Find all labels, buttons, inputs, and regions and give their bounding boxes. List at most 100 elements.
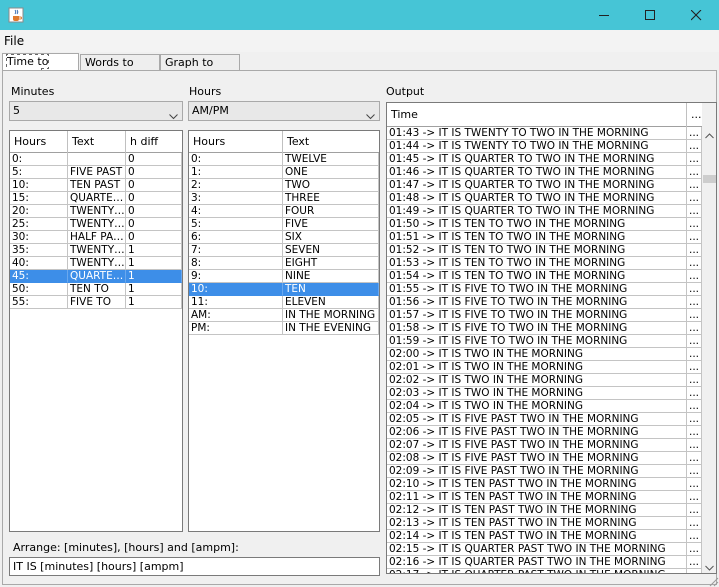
cell-hours: 45:: [10, 270, 68, 283]
cell-h-diff: 0: [126, 192, 182, 205]
table-row[interactable]: 30: HALF PAST 0: [10, 231, 182, 244]
output-table: Time ... 01:43 -> IT IS TWENTY TO TWO IN…: [386, 102, 717, 574]
table-row[interactable]: 01:59 -> IT IS FIVE TO TWO IN THE MORNIN…: [387, 335, 702, 348]
cell-hours: 8:: [189, 257, 283, 270]
cell-text: TEN PAST: [68, 179, 126, 192]
table-row[interactable]: 01:56 -> IT IS FIVE TO TWO IN THE MORNIN…: [387, 296, 702, 309]
title-bar[interactable]: [0, 0, 719, 30]
arrange-input[interactable]: IT IS [minutes] [hours] [ampm]: [9, 557, 380, 576]
cell-time: 02:00 -> IT IS TWO IN THE MORNING: [387, 348, 687, 361]
resize-grip-icon[interactable]: [707, 575, 719, 587]
tab-time-to-words[interactable]: Time to Words: [2, 53, 79, 84]
table-row[interactable]: 01:54 -> IT IS TEN TO TWO IN THE MORNING…: [387, 270, 702, 283]
tab-graph-to-matrix[interactable]: Graph to Matrix: [160, 54, 240, 84]
table-row[interactable]: 5: FIVE: [189, 218, 379, 231]
table-row[interactable]: 10: TEN PAST 0: [10, 179, 182, 192]
table-row[interactable]: 02:17 -> IT IS QUARTER PAST TWO IN THE M…: [387, 569, 702, 573]
table-row[interactable]: 02:11 -> IT IS TEN PAST TWO IN THE MORNI…: [387, 491, 702, 504]
table-row[interactable]: 02:13 -> IT IS TEN PAST TWO IN THE MORNI…: [387, 517, 702, 530]
table-row[interactable]: 01:51 -> IT IS TEN TO TWO IN THE MORNING…: [387, 231, 702, 244]
table-row[interactable]: 01:48 -> IT IS QUARTER TO TWO IN THE MOR…: [387, 192, 702, 205]
table-row[interactable]: 01:46 -> IT IS QUARTER TO TWO IN THE MOR…: [387, 166, 702, 179]
table-row[interactable]: 01:43 -> IT IS TWENTY TO TWO IN THE MORN…: [387, 127, 702, 140]
table-row[interactable]: 02:01 -> IT IS TWO IN THE MORNING...: [387, 361, 702, 374]
column-header-time[interactable]: Time: [387, 103, 687, 127]
table-row[interactable]: 01:47 -> IT IS QUARTER TO TWO IN THE MOR…: [387, 179, 702, 192]
table-row[interactable]: 02:08 -> IT IS FIVE PAST TWO IN THE MORN…: [387, 452, 702, 465]
cell-text: TWENTY ...: [68, 257, 126, 270]
column-header-hours[interactable]: Hours: [10, 131, 68, 153]
table-row[interactable]: 02:16 -> IT IS QUARTER PAST TWO IN THE M…: [387, 556, 702, 569]
table-row[interactable]: 45: QUARTER... 1: [10, 270, 182, 283]
table-row[interactable]: 02:00 -> IT IS TWO IN THE MORNING...: [387, 348, 702, 361]
table-row[interactable]: 8: EIGHT: [189, 257, 379, 270]
tab-words-to-graph[interactable]: Words to Graph: [80, 54, 160, 84]
menu-file[interactable]: File: [4, 34, 24, 48]
table-row[interactable]: 9: NINE: [189, 270, 379, 283]
table-row[interactable]: 01:50 -> IT IS TEN TO TWO IN THE MORNING…: [387, 218, 702, 231]
table-row[interactable]: 0: 0: [10, 153, 182, 166]
table-row[interactable]: 25: TWENTY ... 0: [10, 218, 182, 231]
close-button[interactable]: [673, 0, 719, 30]
column-header-text[interactable]: Text: [68, 131, 126, 153]
table-row[interactable]: 01:55 -> IT IS FIVE TO TWO IN THE MORNIN…: [387, 283, 702, 296]
table-row[interactable]: AM: IN THE MORNING: [189, 309, 379, 322]
table-row[interactable]: 02:03 -> IT IS TWO IN THE MORNING...: [387, 387, 702, 400]
column-header-h-diff[interactable]: h diff: [126, 131, 182, 153]
table-row[interactable]: 11: ELEVEN: [189, 296, 379, 309]
table-row[interactable]: 01:44 -> IT IS TWENTY TO TWO IN THE MORN…: [387, 140, 702, 153]
column-header-extra[interactable]: ...: [687, 103, 702, 127]
table-row[interactable]: 02:14 -> IT IS TEN PAST TWO IN THE MORNI…: [387, 530, 702, 543]
table-row[interactable]: 02:10 -> IT IS TEN PAST TWO IN THE MORNI…: [387, 478, 702, 491]
cell-time: 02:06 -> IT IS FIVE PAST TWO IN THE MORN…: [387, 426, 687, 439]
table-row[interactable]: 4: FOUR: [189, 205, 379, 218]
table-row[interactable]: 01:49 -> IT IS QUARTER TO TWO IN THE MOR…: [387, 205, 702, 218]
table-row[interactable]: 6: SIX: [189, 231, 379, 244]
table-row[interactable]: 02:07 -> IT IS FIVE PAST TWO IN THE MORN…: [387, 439, 702, 452]
table-row[interactable]: 02:09 -> IT IS FIVE PAST TWO IN THE MORN…: [387, 465, 702, 478]
table-row[interactable]: 40: TWENTY ... 1: [10, 257, 182, 270]
cell-hours: 2:: [189, 179, 283, 192]
table-row[interactable]: 3: THREE: [189, 192, 379, 205]
scrollbar-thumb[interactable]: [703, 175, 716, 183]
table-row[interactable]: 02:05 -> IT IS FIVE PAST TWO IN THE MORN…: [387, 413, 702, 426]
table-row[interactable]: 02:04 -> IT IS TWO IN THE MORNING...: [387, 400, 702, 413]
table-row[interactable]: 2: TWO: [189, 179, 379, 192]
cell-time: 01:57 -> IT IS FIVE TO TWO IN THE MORNIN…: [387, 309, 687, 322]
table-row[interactable]: 10: TEN: [189, 283, 379, 296]
table-row[interactable]: 50: TEN TO 1: [10, 283, 182, 296]
cell-time: 02:14 -> IT IS TEN PAST TWO IN THE MORNI…: [387, 530, 687, 543]
table-row[interactable]: 02:12 -> IT IS TEN PAST TWO IN THE MORNI…: [387, 504, 702, 517]
table-row[interactable]: PM: IN THE EVENING: [189, 322, 379, 335]
table-row[interactable]: 55: FIVE TO 1: [10, 296, 182, 309]
hours-select[interactable]: AM/PM: [188, 101, 380, 121]
cell-text: NINE: [283, 270, 379, 283]
cell-hours: 20:: [10, 205, 68, 218]
minimize-button[interactable]: [581, 0, 627, 30]
table-row[interactable]: 02:02 -> IT IS TWO IN THE MORNING...: [387, 374, 702, 387]
table-row[interactable]: 01:58 -> IT IS FIVE TO TWO IN THE MORNIN…: [387, 322, 702, 335]
table-row[interactable]: 01:52 -> IT IS TEN TO TWO IN THE MORNING…: [387, 244, 702, 257]
minutes-select[interactable]: 5: [9, 101, 183, 121]
cell-time: 02:05 -> IT IS FIVE PAST TWO IN THE MORN…: [387, 413, 687, 426]
table-row[interactable]: 5: FIVE PAST 0: [10, 166, 182, 179]
table-row[interactable]: 01:53 -> IT IS TEN TO TWO IN THE MORNING…: [387, 257, 702, 270]
column-header-hours[interactable]: Hours: [189, 131, 283, 153]
column-header-text[interactable]: Text: [283, 131, 379, 153]
table-row[interactable]: 02:15 -> IT IS QUARTER PAST TWO IN THE M…: [387, 543, 702, 556]
cell-h-diff: 0: [126, 205, 182, 218]
maximize-button[interactable]: [627, 0, 673, 30]
output-vertical-scrollbar[interactable]: [702, 103, 716, 573]
cell-text: QUARTER...: [68, 270, 126, 283]
table-row[interactable]: 01:57 -> IT IS FIVE TO TWO IN THE MORNIN…: [387, 309, 702, 322]
table-row[interactable]: 7: SEVEN: [189, 244, 379, 257]
table-row[interactable]: 01:45 -> IT IS QUARTER TO TWO IN THE MOR…: [387, 153, 702, 166]
table-row[interactable]: 35: TWENTY ... 1: [10, 244, 182, 257]
table-row[interactable]: 20: TWENTY ... 0: [10, 205, 182, 218]
table-row[interactable]: 02:06 -> IT IS FIVE PAST TWO IN THE MORN…: [387, 426, 702, 439]
table-row[interactable]: 15: QUARTER... 0: [10, 192, 182, 205]
scroll-up-arrow-icon[interactable]: [705, 129, 714, 142]
table-row[interactable]: 0: TWELVE: [189, 153, 379, 166]
table-row[interactable]: 1: ONE: [189, 166, 379, 179]
scroll-down-arrow-icon[interactable]: [705, 561, 714, 573]
